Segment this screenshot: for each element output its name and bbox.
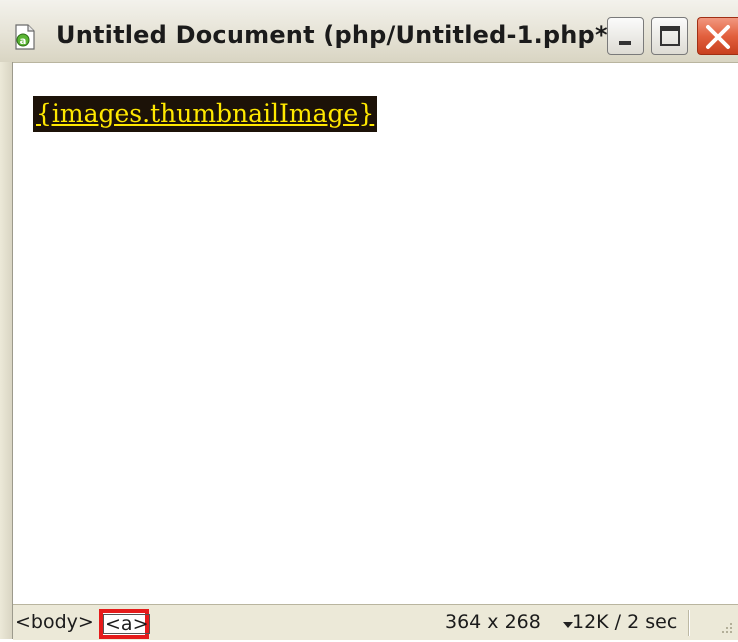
status-bar: <body> <a> 364 x 268 12K / 2 sec: [13, 604, 738, 640]
design-view[interactable]: {images.thumbnailImage}: [13, 63, 738, 604]
statusbar-divider: [688, 610, 690, 636]
dynamic-image-placeholder[interactable]: {images.thumbnailImage}: [33, 96, 378, 132]
window-size-readout: 364 x 268: [445, 611, 541, 633]
download-size-readout: 12K / 2 sec: [572, 611, 678, 633]
svg-text:a: a: [20, 36, 27, 47]
title-bar[interactable]: a Untitled Document (php/Untitled-1.php*…: [0, 0, 738, 63]
close-icon: [706, 25, 730, 49]
window-title: Untitled Document (php/Untitled-1.php*): [56, 21, 619, 49]
minimize-button[interactable]: [607, 17, 644, 55]
maximize-icon: [660, 26, 680, 46]
minimize-icon: [619, 41, 631, 45]
maximize-button[interactable]: [651, 17, 688, 55]
close-button[interactable]: [697, 17, 738, 55]
tag-selector-a[interactable]: <a>: [103, 614, 151, 634]
tag-selector-a-highlight[interactable]: <a>: [99, 609, 151, 639]
resize-grip-icon[interactable]: [716, 619, 734, 637]
document-icon: a: [14, 24, 36, 50]
window-left-border: [0, 62, 13, 639]
tag-selector-body[interactable]: <body>: [15, 611, 94, 633]
document-window: a Untitled Document (php/Untitled-1.php*…: [0, 0, 738, 640]
